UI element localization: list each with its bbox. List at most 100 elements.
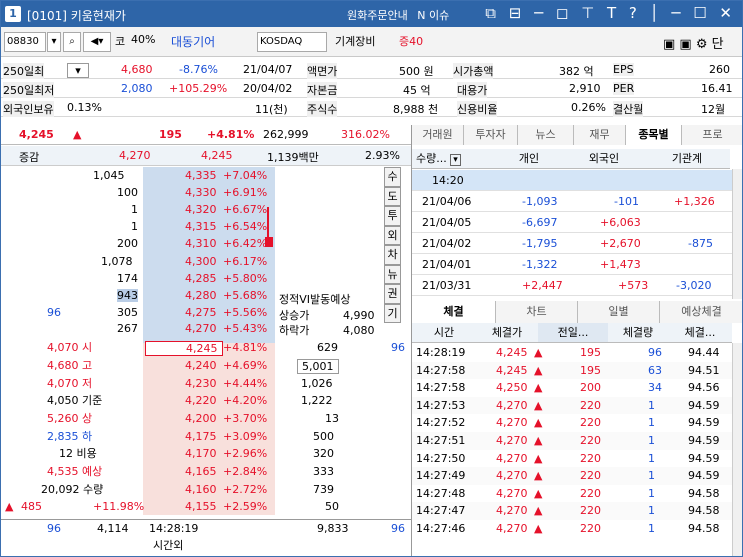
issue-link[interactable]: N 이슈 [417, 9, 449, 22]
trade-price: 4,270 [496, 416, 528, 430]
tab-investor[interactable]: 투자자 [464, 125, 518, 145]
ask-price[interactable]: 4,280 [185, 289, 217, 302]
tab-member[interactable]: 거래원 [412, 125, 464, 145]
window-number[interactable]: 1 [5, 6, 21, 22]
tab-chart[interactable]: 차트 [496, 301, 578, 323]
bid-pct: +2.96% [223, 447, 268, 460]
exchange-field[interactable]: KOSDAQ [257, 32, 327, 52]
krw-order-link[interactable]: 원화주문안내 [347, 9, 408, 22]
speaker-icon[interactable]: ◀▾ [83, 32, 111, 52]
tab-daily[interactable]: 일별 [578, 301, 660, 323]
side-button[interactable]: 투 [384, 206, 401, 226]
window-controls-icon[interactable]: ⧉ ⊟ ─ ◻ ⊤ T ? │ ─ ☐ ✕ [485, 4, 736, 22]
ask-price[interactable]: 4,300 [185, 255, 217, 268]
trade-strength: 94.58 [688, 486, 720, 500]
table-row[interactable]: 14:27:46 4,270 ▲ 220 1 94.58 [412, 520, 732, 538]
app-window: 1 [0101] 키움현재가 원화주문안내 N 이슈 ⧉ ⊟ ─ ◻ ⊤ T ?… [0, 0, 743, 557]
side-button[interactable]: 외 [384, 225, 401, 245]
ask-price[interactable]: 4,275 [185, 306, 217, 319]
ask-price[interactable]: 4,310 [185, 237, 217, 250]
ask-price[interactable]: 4,330 [185, 186, 217, 199]
current-price: 4,245 [19, 128, 54, 141]
col-header[interactable]: 전일... [538, 323, 608, 343]
stock-code-input[interactable]: 08830 [4, 32, 46, 52]
trade-qty: 1 [648, 504, 655, 518]
tab-trades[interactable]: 체결 [412, 301, 496, 323]
side-button[interactable]: 수 [384, 167, 401, 187]
search-icon[interactable]: ⌕ [63, 32, 81, 52]
dropdown-icon[interactable]: ▾ [67, 63, 89, 78]
bid-qty: 5,001 [297, 359, 339, 374]
table-row[interactable]: 14:27:53 4,270 ▲ 220 1 94.59 [412, 396, 732, 415]
bid-price[interactable]: 4,155 [185, 500, 217, 513]
panel-icons[interactable]: ▣ ▣ ⚙ 단 [663, 33, 724, 52]
side-button[interactable]: 권 [384, 284, 401, 304]
ask-qty: 1,078 [101, 255, 133, 268]
table-row[interactable]: 14:27:49 4,270 ▲ 220 1 94.59 [412, 467, 732, 485]
table-row[interactable]: 21/03/31 +2,447 +573 -3,020 [412, 275, 742, 296]
change-label: 증감 [19, 151, 40, 164]
col-header[interactable]: 수량... ▾ [412, 149, 494, 169]
table-row[interactable]: 14:20 [412, 170, 742, 191]
side-button[interactable]: 차 [384, 245, 401, 265]
col-header: 외국인 [564, 149, 644, 169]
side-button[interactable]: 도 [384, 186, 401, 206]
table-row[interactable]: 14:27:47 4,270 ▲ 220 1 94.58 [412, 502, 732, 520]
table-row[interactable]: 21/04/05 -6,697 +6,063 [412, 212, 742, 233]
bid-price[interactable]: 4,230 [185, 377, 217, 390]
tab-finance[interactable]: 재무 [574, 125, 626, 145]
trade-strength: 94.59 [688, 398, 720, 412]
bid-price[interactable]: 4,240 [185, 359, 217, 372]
bid-pct: +2.72% [223, 483, 268, 496]
dropdown-icon[interactable]: ▾ [47, 32, 61, 52]
table-row[interactable]: 14:27:52 4,270 ▲ 220 1 94.59 [412, 414, 732, 432]
col-header: 체결가 [476, 323, 538, 343]
tab-news[interactable]: 뉴스 [518, 125, 574, 145]
info-label: 외국인보유 [3, 101, 54, 117]
info-label: 자본금 [307, 82, 338, 98]
trade-strength: 94.51 [688, 363, 720, 377]
table-row[interactable]: 14:27:48 4,270 ▲ 220 1 94.58 [412, 485, 732, 503]
ask-price[interactable]: 4,270 [185, 322, 217, 335]
sector-label: 기계장비 [335, 35, 376, 48]
tab-expected[interactable]: 예상체결 [660, 301, 742, 323]
side-button[interactable]: 기 [384, 303, 401, 323]
up-arrow-icon: ▲ [534, 451, 543, 465]
side-button[interactable]: 뉴 [384, 264, 401, 284]
ask-price[interactable]: 4,335 [185, 169, 217, 182]
scrollbar[interactable] [732, 169, 742, 299]
table-row[interactable]: 21/04/01 -1,322 +1,473 [412, 254, 742, 275]
table-row[interactable]: 14:27:50 4,270 ▲ 220 1 94.59 [412, 450, 732, 468]
info-value: 0.26% [571, 101, 606, 114]
scrollbar[interactable] [732, 343, 742, 556]
bid-price[interactable]: 4,175 [185, 430, 217, 443]
info-value: 8,988 천 [393, 103, 439, 116]
price-change: 195 [159, 128, 182, 141]
info-label[interactable]: PER [613, 82, 635, 95]
bid-price[interactable]: 4,220 [185, 394, 217, 407]
table-row[interactable]: 14:27:58 4,245 ▲ 195 63 94.51 [412, 361, 732, 380]
bid-price[interactable]: 4,170 [185, 447, 217, 460]
bid-price[interactable]: 4,160 [185, 483, 217, 496]
bid-price[interactable]: 4,245 [145, 341, 223, 356]
ask-price[interactable]: 4,285 [185, 272, 217, 285]
trade-strength: 94.59 [688, 434, 720, 447]
info-pct: -8.76% [179, 63, 218, 76]
ask-qty: 305 [117, 306, 138, 319]
trade-qty: 1 [648, 469, 655, 483]
table-row[interactable]: 21/04/02 -1,795 +2,670 -875 [412, 233, 742, 254]
tab-by-stock[interactable]: 종목별 [626, 125, 682, 145]
table-row[interactable]: 21/04/06 -1,093 -101 +1,326 [412, 191, 742, 212]
table-row[interactable]: 14:27:51 4,270 ▲ 220 1 94.59 [412, 432, 732, 450]
ask-price[interactable]: 4,320 [185, 203, 217, 216]
after-hours-label[interactable]: 시간외 [153, 539, 183, 552]
info-label[interactable]: EPS [613, 63, 634, 76]
bid-price[interactable]: 4,165 [185, 465, 217, 478]
ask-price[interactable]: 4,315 [185, 220, 217, 233]
tab-program[interactable]: 프로 [682, 125, 742, 145]
margin-label: 증40 [399, 35, 424, 48]
trade-price: 4,270 [496, 486, 528, 500]
table-row[interactable]: 14:27:58 4,250 ▲ 200 34 94.56 [412, 379, 732, 397]
bid-price[interactable]: 4,200 [185, 412, 217, 425]
table-row[interactable]: 14:28:19 4,245 ▲ 195 96 94.44 [412, 344, 732, 362]
